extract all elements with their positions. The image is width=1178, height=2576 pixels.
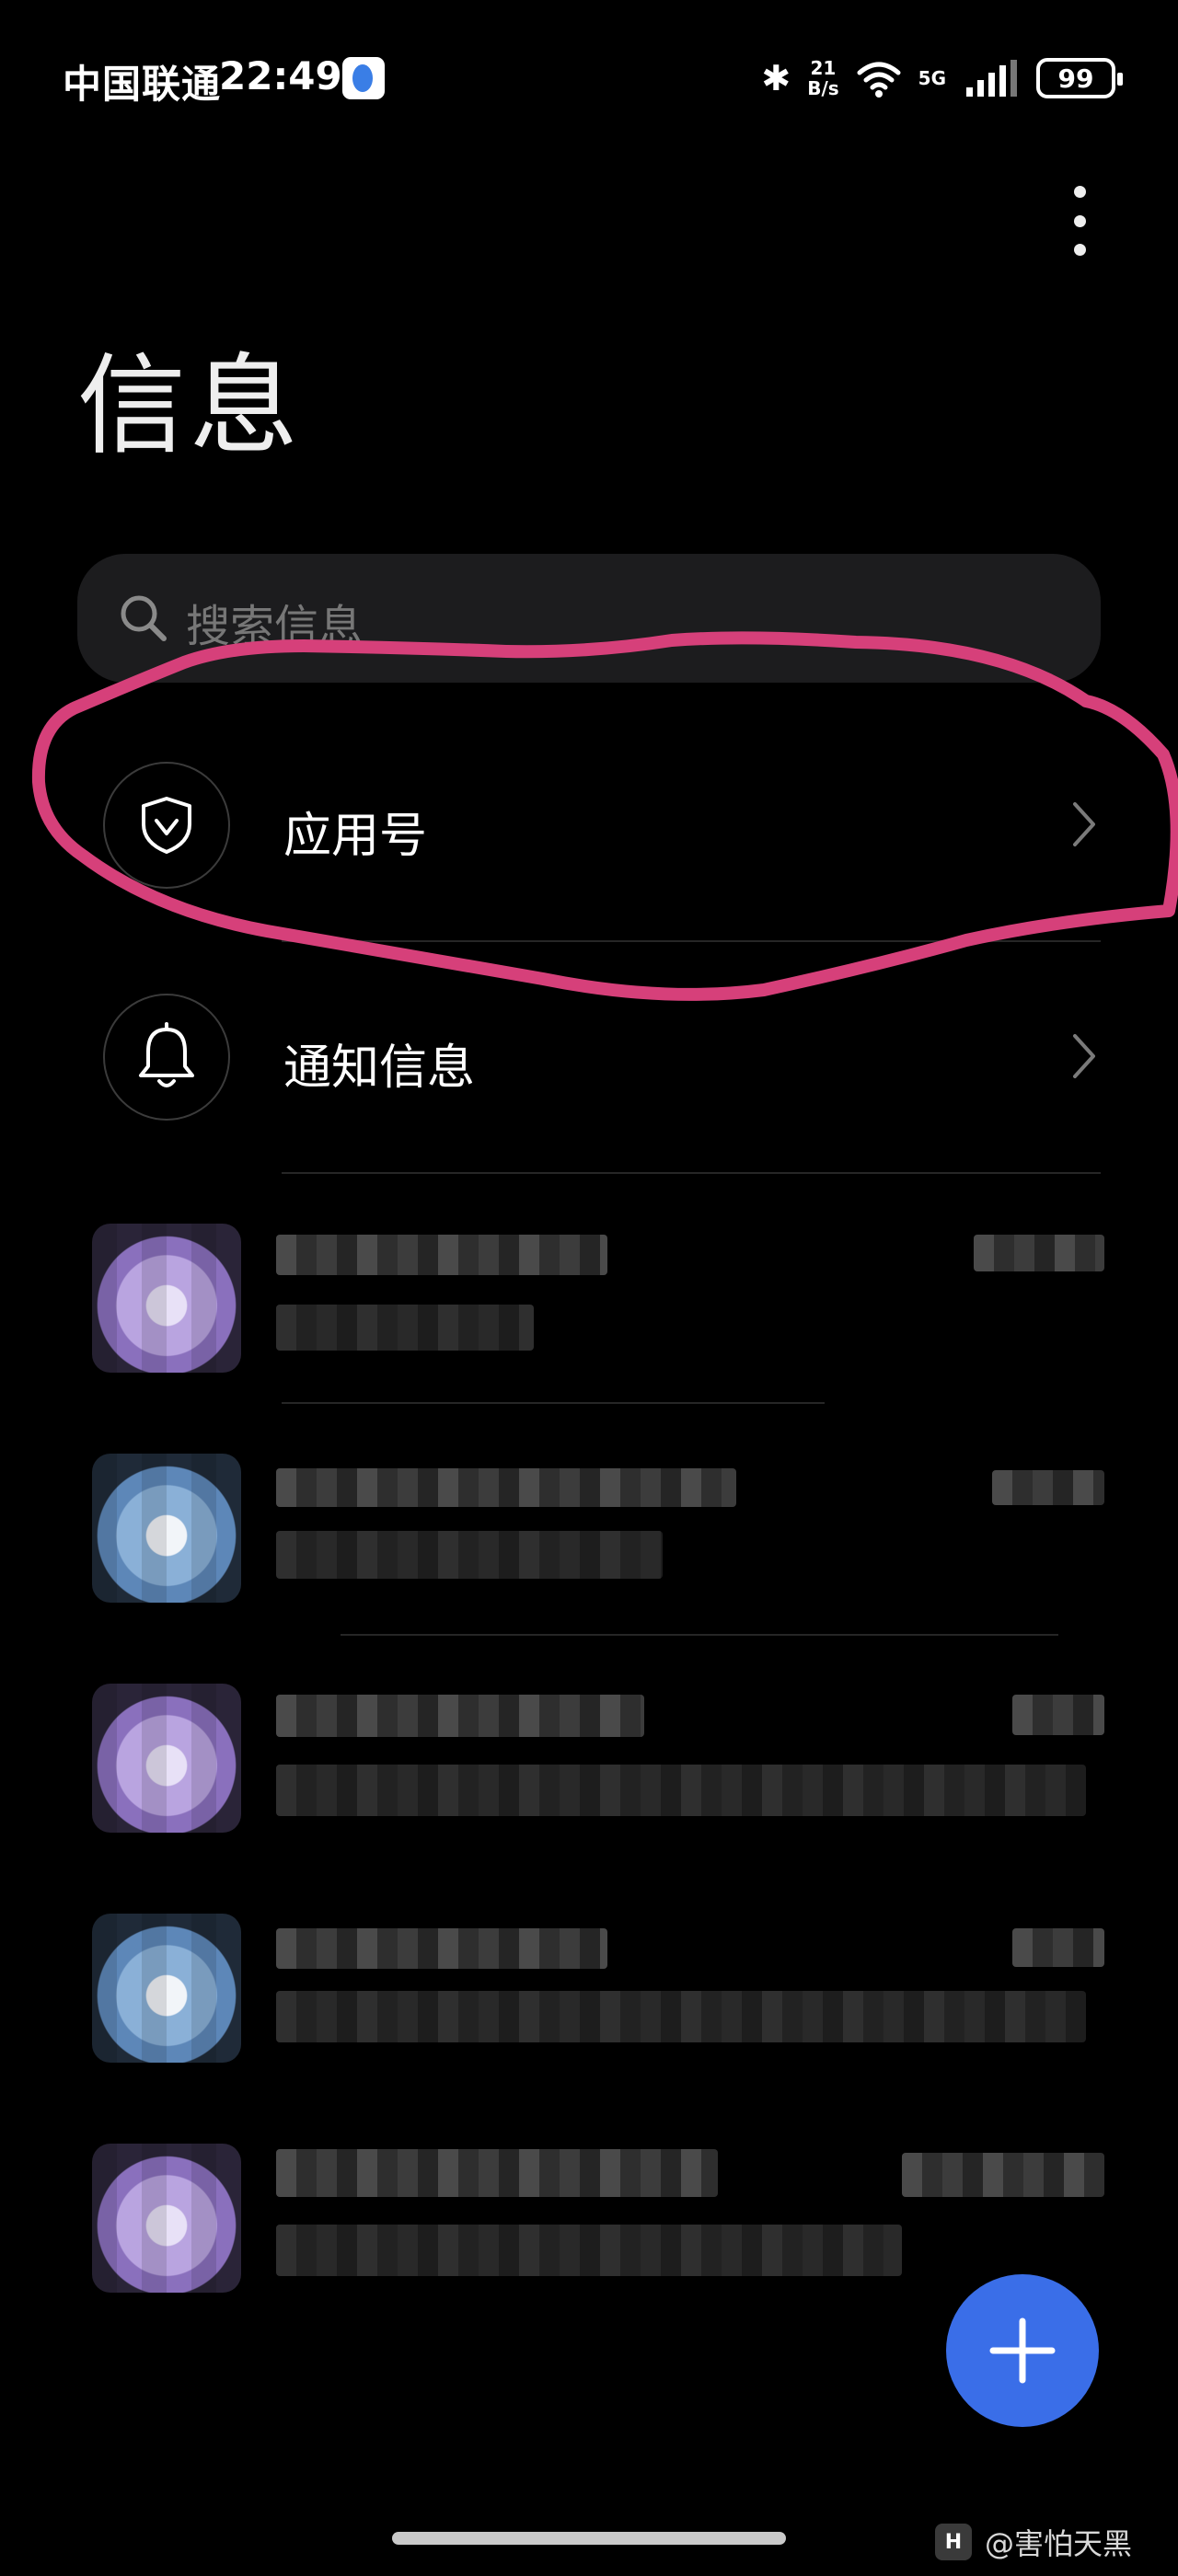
- redacted-name: [276, 1928, 607, 1969]
- network-speed: 21 B/s: [807, 58, 838, 98]
- divider: [341, 1634, 1058, 1636]
- page-title: 信息: [77, 342, 303, 469]
- redacted-preview: [276, 1765, 1086, 1816]
- bluetooth-icon: ✱: [761, 58, 791, 98]
- redacted-time: [1012, 1695, 1104, 1735]
- redacted-preview: [276, 1991, 1086, 2042]
- status-icons: ✱ 21 B/s 5G 99: [761, 51, 1123, 106]
- redacted-time: [974, 1235, 1104, 1271]
- avatar: [92, 1684, 241, 1833]
- avatar: [92, 1914, 241, 2063]
- signal-icon: [966, 60, 1017, 97]
- network-type: 5G: [918, 67, 946, 89]
- redacted-time: [992, 1470, 1104, 1505]
- battery-level: 99: [1057, 63, 1094, 94]
- redacted-name: [276, 2149, 718, 2197]
- plus-icon: [989, 2317, 1056, 2384]
- redacted-name: [276, 1468, 736, 1507]
- watermark-logo: H: [935, 2524, 972, 2560]
- carrier-label: 中国联通: [63, 62, 222, 107]
- avatar: [92, 2144, 241, 2293]
- avatar: [92, 1224, 241, 1373]
- home-indicator[interactable]: [392, 2532, 786, 2545]
- network-speed-unit: B/s: [807, 77, 839, 99]
- avatar: [92, 1454, 241, 1603]
- divider: [282, 1172, 1101, 1174]
- highlight-annotation: [31, 631, 1178, 1001]
- redacted-name: [276, 1695, 644, 1737]
- redacted-time: [902, 2153, 1104, 2197]
- redacted-preview: [276, 1531, 663, 1579]
- status-bar: 中国联通 22:49 ✱ 21 B/s 5G 99: [0, 0, 1178, 156]
- redacted-preview: [276, 2225, 902, 2276]
- divider: [282, 1402, 825, 1404]
- new-message-button[interactable]: [946, 2274, 1099, 2427]
- app-notification-icon: [342, 57, 385, 99]
- more-options-icon[interactable]: [1066, 186, 1093, 256]
- redacted-name: [276, 1235, 607, 1275]
- clock: 22:49: [219, 53, 342, 98]
- watermark-text: @害怕天黑: [985, 2526, 1133, 2561]
- watermark: H @害怕天黑: [935, 2521, 1132, 2563]
- redacted-time: [1012, 1928, 1104, 1967]
- battery-indicator: 99: [1036, 58, 1123, 98]
- redacted-preview: [276, 1305, 534, 1351]
- network-speed-value: 21: [810, 57, 837, 79]
- wifi-icon: [857, 62, 901, 98]
